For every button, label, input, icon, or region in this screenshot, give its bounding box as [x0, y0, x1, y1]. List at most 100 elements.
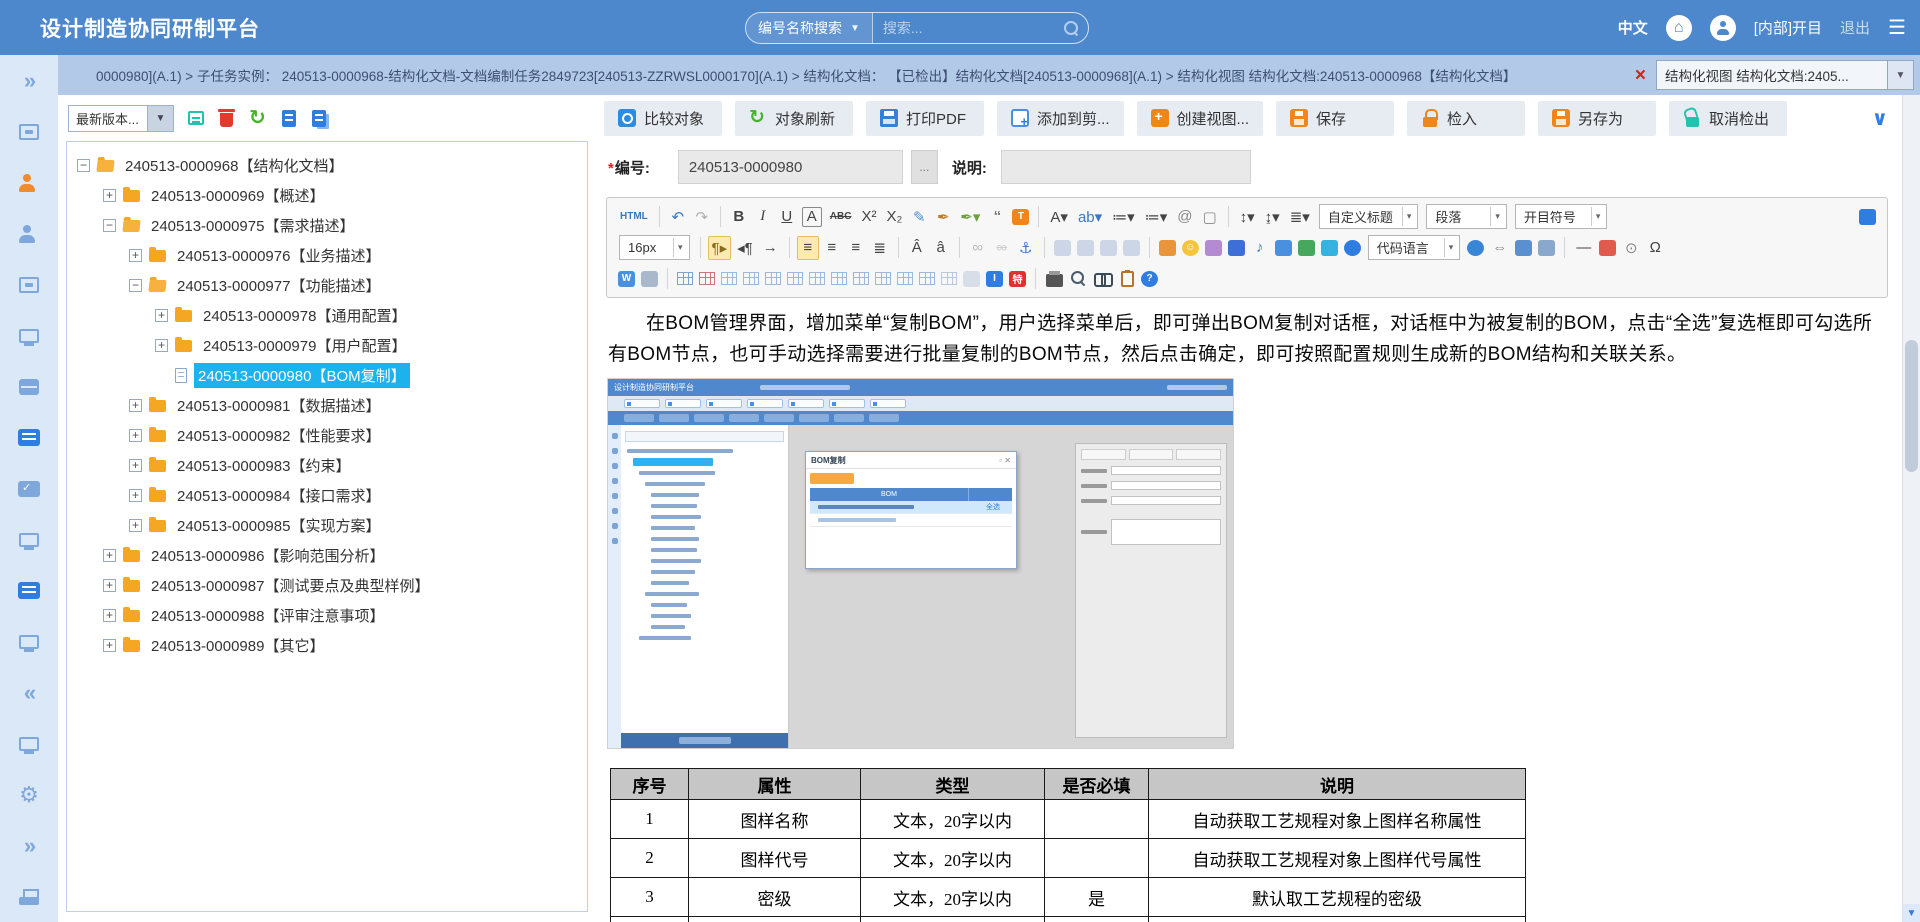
bullet-list-icon[interactable]: ≔▾	[1141, 205, 1172, 229]
task-check-icon[interactable]	[18, 481, 40, 497]
tree-item[interactable]: +240513-0000986【影响范围分析】	[67, 540, 587, 570]
vertical-scrollbar[interactable]: ▼	[1902, 95, 1920, 922]
align-right-icon[interactable]: ≡	[845, 236, 867, 260]
preview-icon[interactable]	[1071, 271, 1086, 286]
table-properties-icon[interactable]	[721, 272, 737, 285]
insert-column-right-icon[interactable]	[831, 272, 847, 285]
ltr-paragraph-icon[interactable]: ¶▸	[708, 236, 732, 260]
photo-icon[interactable]	[1205, 240, 1222, 256]
action-button[interactable]: 添加到剪...	[997, 101, 1124, 136]
expander-minus-icon[interactable]: −	[129, 279, 142, 292]
tree-item[interactable]: +240513-0000978【通用配置】	[67, 300, 587, 330]
code-block-icon[interactable]	[1467, 240, 1484, 256]
search-input[interactable]	[883, 20, 1064, 36]
expander-plus-icon[interactable]: +	[129, 249, 142, 262]
expander-plus-icon[interactable]: +	[129, 489, 142, 502]
anchor-icon[interactable]: ⚓	[1015, 236, 1037, 260]
merge-cells-icon[interactable]	[897, 272, 913, 285]
new-page-icon[interactable]: ▢	[1198, 205, 1220, 229]
close-icon[interactable]: ×	[1635, 66, 1646, 85]
tree-item[interactable]: +240513-0000976【业务描述】	[67, 240, 587, 270]
new-doc-icon[interactable]	[282, 110, 296, 127]
paragraph-spacing-icon[interactable]: ↨▾	[1261, 205, 1284, 229]
action-button[interactable]: 打印PDF	[866, 101, 984, 136]
user-avatar-icon[interactable]	[1710, 15, 1736, 41]
menu-icon[interactable]: ☰	[1888, 15, 1906, 40]
special-format-icon[interactable]: 特	[1009, 271, 1026, 287]
tree-item[interactable]: +240513-0000985【实现方案】	[67, 510, 587, 540]
block-indent-icon[interactable]	[1100, 240, 1117, 256]
refresh-icon[interactable]: ↻	[249, 108, 266, 128]
scrollbar-thumb[interactable]	[1905, 340, 1918, 472]
first-line-indent-icon[interactable]: →	[759, 236, 782, 260]
horizontal-rule-icon[interactable]: —	[1572, 236, 1595, 260]
map-icon[interactable]	[1321, 240, 1338, 256]
block-outdent-icon[interactable]	[1123, 240, 1140, 256]
paste-icon[interactable]	[1121, 271, 1134, 287]
expander-plus-icon[interactable]: +	[103, 609, 116, 622]
calendar-icon[interactable]	[1599, 240, 1616, 256]
letter-spacing-icon[interactable]: ≣▾	[1286, 205, 1314, 229]
brush-icon[interactable]: ✒	[932, 205, 954, 229]
search-icon[interactable]	[1064, 21, 1078, 36]
link-icon[interactable]: ∞	[967, 236, 989, 260]
tree-item[interactable]: +240513-0000983【约束】	[67, 450, 587, 480]
auto-number-icon[interactable]: @	[1173, 205, 1196, 229]
indent-increase-icon[interactable]	[1077, 240, 1094, 256]
table-style-icon[interactable]	[941, 272, 957, 285]
paste-plain-icon[interactable]	[641, 271, 658, 287]
tree-item[interactable]: +240513-0000989【其它】	[67, 630, 587, 660]
expander-plus-icon[interactable]: +	[103, 189, 116, 202]
expand-icon-2[interactable]: »	[24, 833, 34, 859]
collapse-icon[interactable]: «	[24, 680, 34, 706]
tree-item[interactable]: +240513-0000988【评审注意事项】	[67, 600, 587, 630]
action-button[interactable]: 另存为	[1538, 101, 1656, 136]
more-button[interactable]: ...	[911, 150, 938, 184]
insert-image-icon[interactable]	[1159, 240, 1176, 256]
paste-from-word-icon[interactable]: W	[618, 271, 635, 287]
doc-list-icon-2[interactable]	[18, 582, 40, 599]
highlight-color-icon[interactable]: ab▾	[1074, 205, 1106, 229]
blockquote-icon[interactable]: “	[986, 205, 1008, 229]
insert-column-left-icon[interactable]	[809, 272, 825, 285]
parts-box-icon[interactable]	[19, 379, 39, 395]
symbol-set-select[interactable]: 开目符号▾	[1515, 204, 1608, 229]
expander-plus-icon[interactable]: +	[129, 399, 142, 412]
screens-icon[interactable]	[19, 329, 39, 343]
emoji-icon[interactable]: ☺	[1182, 240, 1199, 256]
paste-as-text-icon[interactable]: T	[1012, 209, 1029, 225]
print-icon[interactable]	[1046, 274, 1063, 287]
monitor-config-icon[interactable]	[19, 533, 39, 547]
music-icon[interactable]: ♪	[1249, 236, 1271, 260]
add-structure-icon[interactable]	[188, 111, 204, 125]
action-button[interactable]: 检入	[1407, 101, 1525, 136]
superscript-icon[interactable]: X²	[857, 205, 880, 229]
expander-minus-icon[interactable]: −	[103, 219, 116, 232]
find-replace-icon[interactable]	[1094, 272, 1113, 285]
delete-row-icon[interactable]	[853, 272, 869, 285]
expander-plus-icon[interactable]: +	[103, 549, 116, 562]
layout-icon[interactable]	[1515, 240, 1532, 256]
doc-list-icon[interactable]	[18, 429, 40, 446]
cell-properties-icon[interactable]	[743, 272, 759, 285]
special-char-icon[interactable]: Ω	[1644, 236, 1666, 260]
font-color-icon[interactable]: A▾	[1046, 205, 1072, 229]
language-switch[interactable]: 中文	[1618, 17, 1648, 38]
paragraph-style-select[interactable]: 段落▾	[1426, 204, 1507, 229]
char-border-icon[interactable]: A	[802, 207, 822, 227]
expander-plus-icon[interactable]: +	[129, 429, 142, 442]
eraser-icon[interactable]: ✎	[908, 205, 930, 229]
action-button[interactable]: 对象刷新	[735, 101, 853, 136]
expander-plus-icon[interactable]: +	[129, 459, 142, 472]
expand-icon[interactable]: »	[24, 68, 34, 94]
tree-item[interactable]: 240513-0000980【BOM复制】	[67, 360, 587, 390]
version-selector-dropdown[interactable]: 最新版本... ▼	[68, 105, 174, 132]
underline-icon[interactable]: U	[776, 205, 798, 229]
copy-doc-icon[interactable]	[312, 110, 326, 127]
formula-doc-icon[interactable]	[963, 271, 980, 287]
formula-icon[interactable]: I	[986, 271, 1003, 287]
tree-item[interactable]: +240513-0000969【概述】	[67, 180, 587, 210]
module-cube-icon[interactable]	[19, 124, 39, 140]
delete-icon[interactable]	[220, 113, 233, 127]
gear-icon[interactable]: ⚙	[19, 782, 39, 808]
